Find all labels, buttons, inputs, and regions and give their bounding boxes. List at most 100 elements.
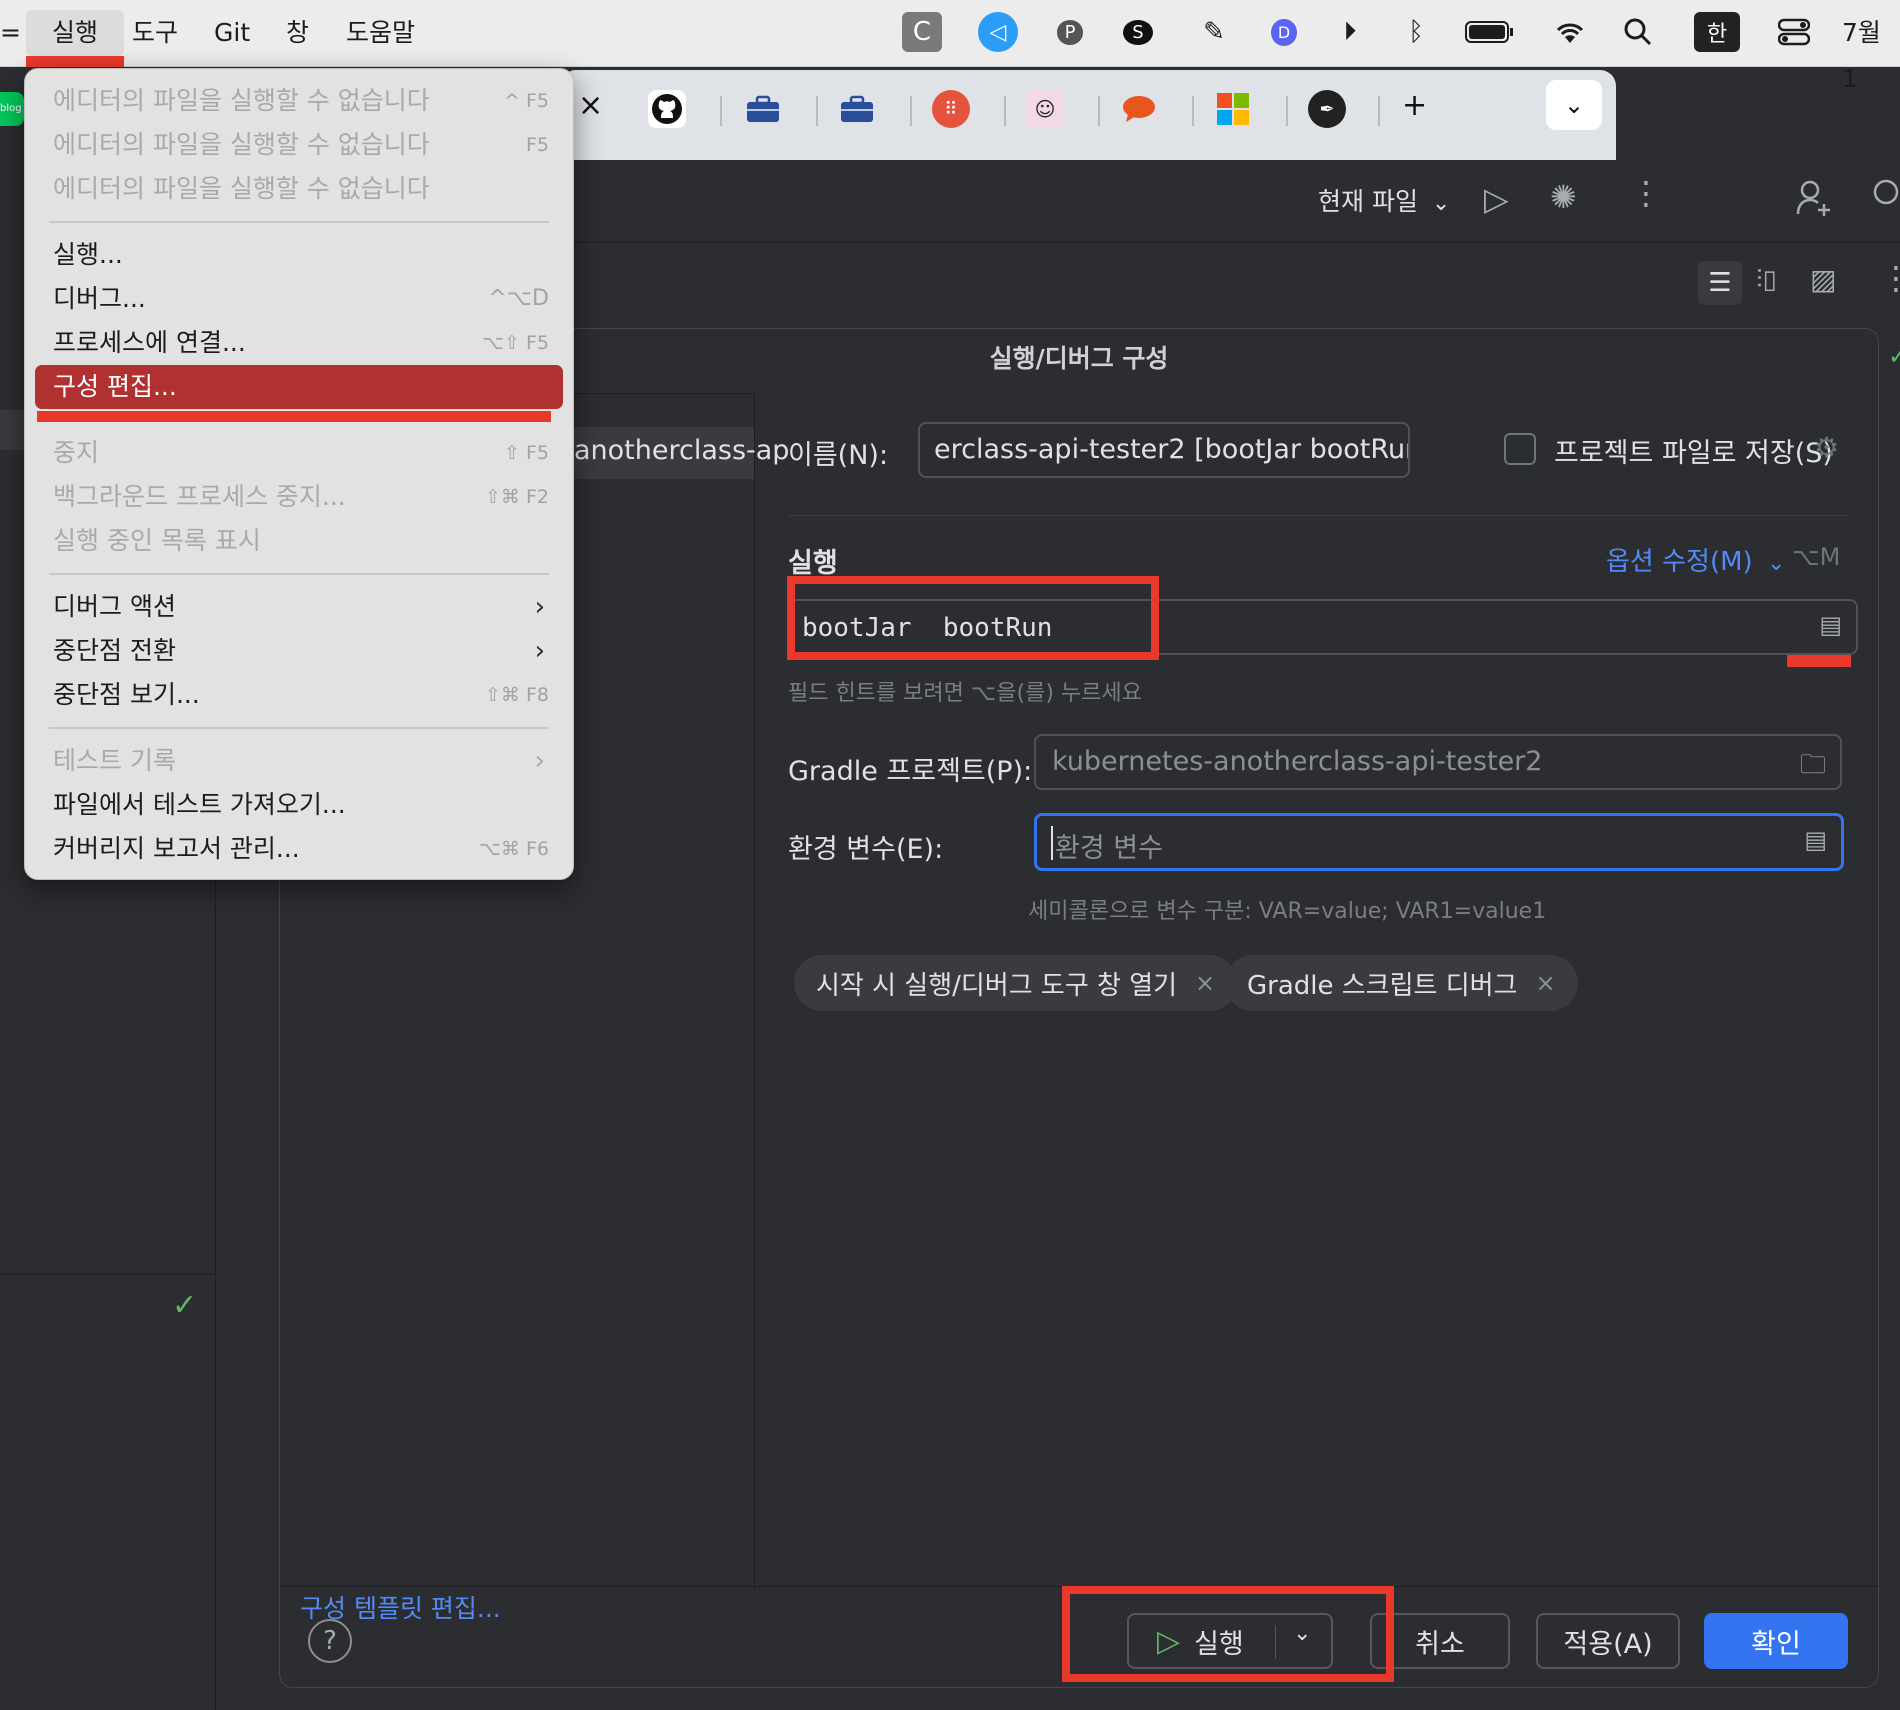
ide-main-toolbar: 현재 파일 ⌄ ▷ ✺ ⋮ — [560, 160, 1900, 243]
menu-item-test-history: 테스트 기록 — [53, 746, 176, 775]
menu-item-import-tests[interactable]: 파일에서 테스트 가져오기... — [53, 785, 346, 825]
play-circle-icon[interactable]: ⏵ — [1330, 12, 1370, 52]
menu-item-attach-process[interactable]: 프로세스에 연결... — [53, 323, 246, 363]
modify-options-shortcut: ⌥M — [1792, 543, 1841, 571]
control-center-icon[interactable] — [1774, 12, 1814, 52]
store-as-project-file-label: 프로젝트 파일로 저장(S) — [1554, 438, 1833, 469]
pen-icon[interactable]: ✎ — [1194, 12, 1234, 52]
chevron-right-icon: › — [534, 746, 545, 776]
send-icon[interactable]: ◁ — [978, 12, 1018, 52]
debug-bug-icon[interactable]: ✺ — [1550, 178, 1577, 216]
speech-bubble-icon[interactable] — [1120, 90, 1158, 128]
briefcase-icon[interactable] — [744, 90, 782, 128]
section-divider — [788, 515, 1848, 516]
p-shield-icon[interactable]: P — [1050, 12, 1090, 52]
field-hint-text: 필드 힌트를 보려면 ⌥을(를) 누르세요 — [788, 681, 1142, 706]
menu-shortcut: ⇧ F5 — [504, 442, 549, 464]
tab-separator — [910, 96, 912, 126]
annotation-underline-expand — [1787, 655, 1851, 667]
menu-item-edit-configurations[interactable]: 구성 편집... — [53, 367, 177, 407]
microsoft-icon[interactable] — [1214, 90, 1252, 128]
github-icon[interactable] — [648, 90, 686, 128]
tab-separator — [1098, 96, 1100, 126]
menu-separator — [49, 727, 549, 729]
ok-button[interactable]: 확인 — [1704, 1613, 1848, 1669]
menu-run[interactable]: 실행 — [26, 10, 124, 56]
chevron-down-icon: ⌄ — [1563, 91, 1585, 119]
menu-item-view-breakpoints[interactable]: 중단점 보기... — [53, 675, 200, 715]
more-vertical-icon[interactable]: ⋮ — [1880, 259, 1900, 297]
remove-chip-icon[interactable]: × — [1535, 969, 1555, 997]
menu-item-file-disabled: 에디터의 파일을 실행할 수 없습니다 — [53, 174, 430, 203]
menu-separator — [49, 573, 549, 575]
text-caret — [1051, 826, 1053, 860]
run-icon[interactable]: ▷ — [1484, 180, 1509, 218]
option-chip[interactable]: 시작 시 실행/디버그 도구 창 열기 × — [794, 955, 1238, 1011]
apply-button[interactable]: 적용(A) — [1536, 1613, 1680, 1669]
add-user-icon[interactable] — [1796, 178, 1832, 226]
menu-item-debug-actions[interactable]: 디버그 액션 — [53, 587, 176, 627]
more-vertical-icon[interactable]: ⋮ — [1630, 174, 1662, 212]
battery-icon[interactable] — [1464, 12, 1516, 52]
tab-separator — [1004, 96, 1006, 126]
env-vars-field[interactable]: 환경 변수 ▤ — [1034, 813, 1844, 871]
new-tab-icon[interactable]: + — [1402, 88, 1427, 123]
clock[interactable]: 7월 1 — [1842, 10, 1900, 93]
gear-icon[interactable]: ⚙ — [1814, 431, 1839, 464]
expand-field-icon[interactable]: ▤ — [1819, 611, 1842, 639]
annotation-box-run-command — [787, 576, 1159, 660]
store-as-project-file-checkbox[interactable] — [1504, 433, 1536, 465]
gradle-project-field[interactable]: kubernetes-anotherclass-api-tester2 🗀 — [1034, 734, 1842, 790]
name-field[interactable]: erclass-api-tester2 [bootJar bootRun] — [918, 422, 1410, 478]
wifi-icon[interactable] — [1550, 12, 1590, 52]
view-split-icon[interactable]: ⫶▯ — [1756, 265, 1777, 296]
spotlight-search-icon[interactable] — [1618, 12, 1658, 52]
dots-app-icon[interactable]: ⠿ — [932, 90, 970, 128]
menu-item-debug[interactable]: 디버그... — [53, 279, 146, 319]
browser-tab-strip: × ⠿ ☺ ✒ + ⌄ — [560, 70, 1616, 160]
menu-item-manage-coverage[interactable]: 커버리지 보고서 관리... — [53, 829, 300, 869]
s-circle-icon[interactable]: S — [1118, 12, 1158, 52]
tab-list-dropdown[interactable]: ⌄ — [1546, 80, 1602, 130]
menu-shortcut: F5 — [525, 134, 549, 156]
input-source-indicator[interactable]: 한 — [1694, 12, 1740, 52]
remove-chip-icon[interactable]: × — [1195, 969, 1215, 997]
tab-separator — [1286, 96, 1288, 126]
menu-partial-left[interactable]: = — [0, 10, 21, 56]
menu-item-toggle-breakpoint[interactable]: 중단점 전환 — [53, 631, 176, 671]
menu-window[interactable]: 창 — [286, 10, 309, 56]
tab-separator — [1378, 96, 1380, 126]
menu-shortcut: ⌥⌘ F6 — [479, 838, 549, 860]
menu-item-run[interactable]: 실행... — [53, 235, 123, 275]
menu-item-stop-background: 백그라운드 프로세스 중지... — [53, 482, 346, 511]
menu-tools[interactable]: 도구 — [132, 10, 178, 56]
menu-item-debug-file-disabled: 에디터의 파일을 실행할 수 없습니다 — [53, 130, 430, 159]
menu-help[interactable]: 도움말 — [346, 10, 415, 56]
avatar-favicon[interactable]: ☺ — [1026, 90, 1064, 128]
menu-git[interactable]: Git — [214, 10, 250, 56]
close-tab-icon[interactable]: × — [578, 88, 603, 123]
app-c-icon[interactable]: C — [902, 12, 942, 52]
option-chip[interactable]: Gradle 스크립트 디버그 × — [1225, 955, 1578, 1011]
chevron-down-icon: ⌄ — [1766, 551, 1786, 576]
config-tree-item-selected[interactable]: anotherclass-ap — [570, 427, 789, 479]
view-preview-icon[interactable]: ▨ — [1810, 263, 1836, 296]
blog-badge[interactable]: blog — [0, 92, 24, 126]
tab-separator — [1192, 96, 1194, 126]
briefcase-icon[interactable] — [838, 90, 876, 128]
bluetooth-icon[interactable]: ᛒ — [1396, 12, 1436, 52]
menu-separator — [49, 221, 549, 223]
menu-item-show-running: 실행 중인 목록 표시 — [53, 526, 261, 555]
discord-icon[interactable]: D — [1264, 12, 1304, 52]
quill-icon[interactable]: ✒ — [1308, 90, 1346, 128]
search-icon[interactable] — [1872, 178, 1900, 220]
modify-options-link[interactable]: 옵션 수정(M) ⌄ — [1606, 541, 1785, 578]
run-config-selector[interactable]: 현재 파일 ⌄ — [1318, 182, 1450, 218]
help-button[interactable]: ? — [308, 1619, 352, 1663]
expand-field-icon[interactable]: ▤ — [1804, 826, 1827, 854]
view-text-icon[interactable]: ☰ — [1698, 261, 1742, 305]
tab-separator — [816, 96, 818, 126]
chevron-right-icon: › — [534, 636, 545, 666]
annotation-underline-run-menu — [26, 56, 124, 67]
folder-icon[interactable]: 🗀 — [1800, 746, 1826, 790]
